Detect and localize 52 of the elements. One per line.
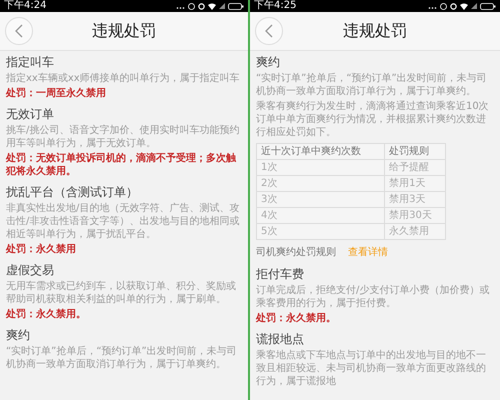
back-button[interactable]: [5, 17, 33, 45]
back-icon: [264, 24, 274, 38]
signal-icon: [219, 3, 225, 9]
description-text: 无用车需求或已约到车，以获取订单、积分、奖励或帮助司机获取相关利益的叫单的行为，属于刷单。: [6, 280, 237, 306]
page-title: 违规处罚: [92, 20, 156, 42]
page-title: 违规处罚: [343, 20, 407, 42]
status-time: 下午4:25: [254, 0, 296, 12]
description-text: 乘客有爽约行为发生时，滴滴将通过查询乘客近10次订单中单方面爽约行为情况，并根据累计爽约次数进行相应处罚如下。: [256, 100, 490, 139]
table-cell: 禁用1天: [384, 176, 446, 192]
table-cell: 永久禁用: [384, 224, 446, 240]
section-title: 虚假交易: [6, 262, 55, 278]
table-header: 处罚规则: [384, 144, 446, 160]
section-title: 指定叫车: [6, 54, 55, 70]
description-text: “实时订单”抢单后，“预约订单”出发时间前，未与司机协商一致单方面取消订单行为，属于订单爽约。: [256, 72, 488, 98]
section-title: 无效订单: [6, 106, 55, 122]
details-link[interactable]: 查看详情: [348, 246, 388, 260]
section-title: 拒付车费: [256, 266, 305, 282]
wifi-icon: [460, 2, 468, 10]
section-title: 扰乱平台（含测试订单）: [6, 184, 139, 200]
table-cell: 4次: [256, 208, 385, 224]
table-cell: 5次: [256, 224, 385, 240]
table-cell: 给予提醒: [384, 160, 446, 176]
battery-icon: [228, 2, 244, 10]
back-button[interactable]: [255, 17, 283, 45]
signal-icon: [471, 3, 477, 9]
table-cell: 禁用3天: [384, 192, 446, 208]
description-text: 挑车/挑公司、语音文字加价、使用实时叫车功能预约用车等叫单行为，属于无效订单。: [6, 124, 240, 150]
circle-icon: [440, 2, 447, 10]
penalty-text: 处罚：无效订单投诉司机的，滴滴不予受理；多次触犯将永久禁用。: [6, 152, 237, 178]
table-header: 近十次订单中爽约次数: [256, 144, 385, 160]
description-text: 乘客地点或下车地点与订单中的出发地与目的地不一致且相距较远、未与司机协商一致单方面更改路线的行为，属于谎报地: [256, 349, 487, 388]
description-text: 指定xx车辆或xx师傅接单的叫单行为，属于指定叫车: [6, 72, 241, 85]
penalty-text: 处罚：一周至永久禁用: [6, 87, 107, 100]
rule-label: 司机爽约处罚规则: [256, 246, 336, 260]
circle-icon: [188, 2, 195, 10]
section-title: 谎报地点: [256, 331, 305, 347]
penalty-text: 处罚：永久禁用: [6, 243, 77, 256]
table-cell: 3次: [256, 192, 385, 208]
table-cell: 2次: [256, 176, 385, 192]
description-text: 订单完成后，拒绝支付/少支付订单小费（加价费）或乘客费用的行为，属于拒付费。: [256, 284, 490, 310]
section-title: 爽约: [6, 327, 31, 343]
section-title: 爽约: [256, 54, 281, 70]
battery-icon: [480, 2, 496, 10]
status-time: 下午4:24: [4, 0, 46, 12]
penalty-text: 处罚：永久禁用。: [256, 312, 337, 325]
table-cell: 1次: [256, 160, 385, 176]
description-text: 非真实性出发地/目的地（无效字符、广告、测试、攻击性/非攻击性语音文字等）、出发地与目的地相同或相近等叫单行为，属于扰乱平台。: [6, 202, 240, 241]
wifi-icon: [208, 2, 216, 10]
penalty-text: 处罚：永久禁用。: [6, 308, 87, 321]
description-text: “实时订单”抢单后，“预约订单”出发时间前，未与司机协商一致单方面取消订单行为，属于订单爽约。: [6, 345, 238, 371]
table-cell: 禁用30天: [384, 208, 446, 224]
back-icon: [14, 24, 24, 38]
